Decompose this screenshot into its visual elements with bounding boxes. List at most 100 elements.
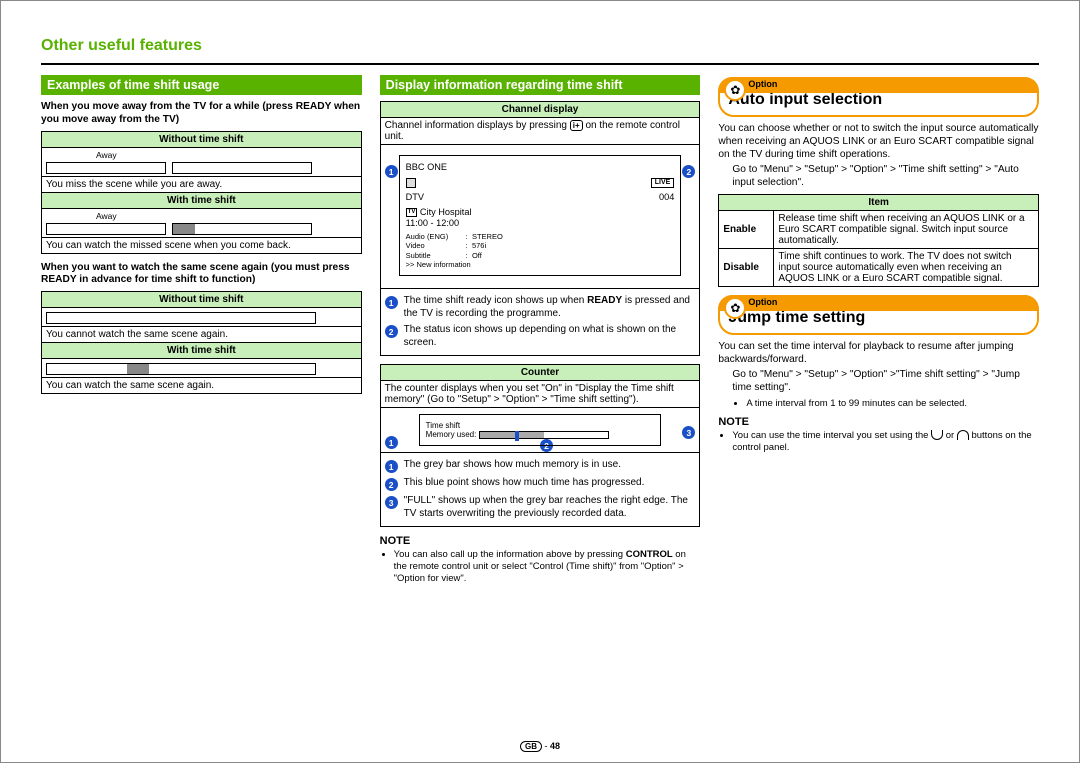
callout-1-icon: 1 [385,296,398,309]
column-3: Option ✿ Auto input selection You can ch… [718,75,1039,589]
memory-fill [480,432,544,438]
label: Audio (ENG) [406,232,466,241]
table-counter: Counter The counter displays when you se… [380,364,701,527]
channel-name: BBC ONE [406,162,675,174]
td: You miss the scene while you are away. [42,176,362,192]
th: Without time shift [42,131,362,147]
label: Subtitle [406,251,466,260]
gb-badge: GB [520,741,542,752]
td: Time shift continues to work. The TV doe… [774,248,1039,286]
diagram-cell: Away [42,208,362,237]
option-tag: Option [718,77,1039,93]
table-timeshift-2: Without time shift You cannot watch the … [41,291,362,394]
td: 1 The grey bar shows how much memory is i… [380,453,700,527]
note-heading: NOTE [718,416,1039,428]
text: Go to "Menu" > "Setup" > "Option" >"Time… [718,369,1039,395]
new-info-label: >> New information [406,260,675,269]
source-label: DTV [406,192,424,204]
diagram-cell: Away [42,147,362,176]
progress-dot [515,431,519,441]
text: This blue point shows how much time has … [404,477,696,491]
bullet-item: A time interval from 1 to 99 minutes can… [746,398,1039,410]
bar [172,223,312,235]
callout-1-icon: 1 [385,460,398,473]
channel-info-box: BBC ONE LIVE DTV 004 TV City [399,155,682,276]
option-box: Option ✿ Jump time setting [718,295,1039,335]
bar [46,223,166,235]
td: 1 The time shift ready icon shows up whe… [380,289,700,356]
bar [46,312,316,324]
away-label: Away [96,150,357,160]
bar [46,363,316,375]
section-heading: Examples of time shift usage [41,75,362,95]
programme-time: 11:00 - 12:00 [406,218,675,230]
text: The status icon shows up depending on wh… [404,324,696,349]
info-plus-icon: i+ [570,120,583,131]
text: The time shift ready icon shows up when … [404,295,696,320]
callout-1-icon: 1 [385,436,398,449]
divider [41,63,1039,65]
td: Enable [719,210,774,248]
page-footer: GB - 48 [1,741,1079,752]
jump-fwd-icon [957,430,969,440]
th: With time shift [42,192,362,208]
note-item: You can also call up the information abo… [394,549,701,585]
column-2: Display information regarding time shift… [380,75,701,589]
value: Off [472,251,482,260]
option-tag: Option [718,295,1039,311]
jump-back-icon [931,430,943,440]
callout-1-icon: 1 [385,165,398,178]
td: You can watch the missed scene when you … [42,237,362,253]
diagram-cell [42,308,362,327]
value: STEREO [472,232,503,241]
td: Release time shift when receiving an AQU… [774,210,1039,248]
table-timeshift-1: Without time shift Away You miss the sce… [41,131,362,254]
section-heading: Display information regarding time shift [380,75,701,95]
callout-3-icon: 3 [682,426,695,439]
tv-rating-icon: TV [406,208,418,218]
td: Channel information displays by pressing… [380,118,700,145]
live-badge: LIVE [651,178,675,189]
callout-2-icon: 2 [385,325,398,338]
text: Go to "Menu" > "Setup" > "Option" > "Tim… [718,164,1039,190]
th: Counter [380,365,700,381]
memory-bar [479,431,609,439]
th: With time shift [42,343,362,359]
page-title: Other useful features [41,37,1039,55]
diagram-cell [42,359,362,378]
option-title: Auto input selection [728,91,1029,109]
intro-text: When you want to watch the same scene ag… [41,262,362,288]
th: Without time shift [42,292,362,308]
column-1: Examples of time shift usage When you mo… [41,75,362,589]
text: Channel information displays by pressing [385,120,570,131]
option-title: Jump time setting [728,309,1029,327]
ready-icon [406,178,416,188]
td: 1 3 2 Time shift Memory used: [380,408,700,453]
page-number: 48 [550,741,560,751]
text: "FULL" shows up when the grey bar reache… [404,495,696,520]
table-item: Item Enable Release time shift when rece… [718,194,1039,287]
text: You can choose whether or not to switch … [718,123,1039,161]
away-label: Away [96,211,357,221]
text: The grey bar shows how much memory is in… [404,459,696,473]
programme-name: City Hospital [420,207,472,217]
intro-text: When you move away from the TV for a whi… [41,101,362,127]
label: Time shift [426,421,655,430]
th: Item [719,194,1039,210]
td: You cannot watch the same scene again. [42,327,362,343]
table-channel-display: Channel display Channel information disp… [380,101,701,356]
td: You can watch the same scene again. [42,378,362,394]
label: Video [406,241,466,250]
th: Channel display [380,102,700,118]
td: The counter displays when you set "On" i… [380,381,700,408]
bar [172,162,312,174]
label: Memory used: [426,430,477,439]
callout-2-icon: 2 [682,165,695,178]
counter-box: Time shift Memory used: [419,414,662,446]
option-box: Option ✿ Auto input selection [718,77,1039,117]
td: 1 2 BBC ONE LIVE DTV 004 [380,145,700,289]
value: 576i [472,241,486,250]
note-item: You can use the time interval you set us… [732,430,1039,454]
text: You can set the time interval for playba… [718,341,1039,367]
gear-icon: ✿ [724,297,746,319]
